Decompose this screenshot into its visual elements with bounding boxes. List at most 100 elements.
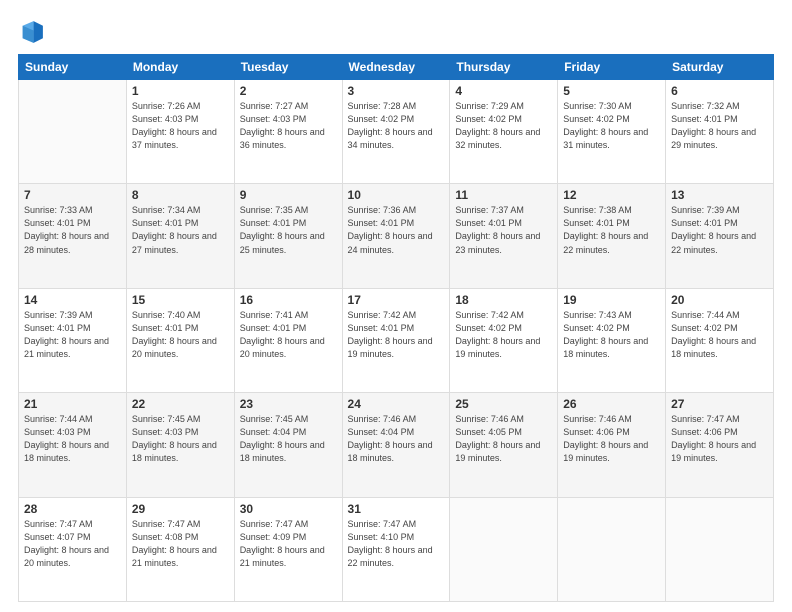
day-number: 8 bbox=[132, 188, 229, 202]
day-info: Sunrise: 7:32 AM Sunset: 4:01 PM Dayligh… bbox=[671, 100, 768, 152]
day-number: 2 bbox=[240, 84, 337, 98]
day-info: Sunrise: 7:40 AM Sunset: 4:01 PM Dayligh… bbox=[132, 309, 229, 361]
day-number: 7 bbox=[24, 188, 121, 202]
day-number: 9 bbox=[240, 188, 337, 202]
day-info: Sunrise: 7:47 AM Sunset: 4:06 PM Dayligh… bbox=[671, 413, 768, 465]
day-info: Sunrise: 7:45 AM Sunset: 4:03 PM Dayligh… bbox=[132, 413, 229, 465]
col-header-saturday: Saturday bbox=[666, 55, 774, 80]
day-number: 28 bbox=[24, 502, 121, 516]
day-info: Sunrise: 7:43 AM Sunset: 4:02 PM Dayligh… bbox=[563, 309, 660, 361]
col-header-friday: Friday bbox=[558, 55, 666, 80]
day-info: Sunrise: 7:28 AM Sunset: 4:02 PM Dayligh… bbox=[348, 100, 445, 152]
day-number: 30 bbox=[240, 502, 337, 516]
day-number: 6 bbox=[671, 84, 768, 98]
day-info: Sunrise: 7:42 AM Sunset: 4:01 PM Dayligh… bbox=[348, 309, 445, 361]
day-number: 1 bbox=[132, 84, 229, 98]
day-number: 22 bbox=[132, 397, 229, 411]
day-info: Sunrise: 7:47 AM Sunset: 4:09 PM Dayligh… bbox=[240, 518, 337, 570]
day-info: Sunrise: 7:27 AM Sunset: 4:03 PM Dayligh… bbox=[240, 100, 337, 152]
day-info: Sunrise: 7:47 AM Sunset: 4:07 PM Dayligh… bbox=[24, 518, 121, 570]
calendar-cell: 11 Sunrise: 7:37 AM Sunset: 4:01 PM Dayli… bbox=[450, 184, 558, 288]
day-number: 24 bbox=[348, 397, 445, 411]
calendar-cell: 23 Sunrise: 7:45 AM Sunset: 4:04 PM Dayli… bbox=[234, 393, 342, 497]
day-info: Sunrise: 7:46 AM Sunset: 4:04 PM Dayligh… bbox=[348, 413, 445, 465]
calendar-cell: 27 Sunrise: 7:47 AM Sunset: 4:06 PM Dayli… bbox=[666, 393, 774, 497]
day-number: 20 bbox=[671, 293, 768, 307]
week-row-4: 28 Sunrise: 7:47 AM Sunset: 4:07 PM Dayli… bbox=[19, 497, 774, 601]
calendar-cell: 4 Sunrise: 7:29 AM Sunset: 4:02 PM Daylig… bbox=[450, 80, 558, 184]
calendar-cell: 16 Sunrise: 7:41 AM Sunset: 4:01 PM Dayli… bbox=[234, 288, 342, 392]
calendar-cell: 18Sunrise: 7:42 AM Sunset: 4:02 PM Dayli… bbox=[450, 288, 558, 392]
calendar-cell: 9 Sunrise: 7:35 AM Sunset: 4:01 PM Daylig… bbox=[234, 184, 342, 288]
calendar-cell: 24 Sunrise: 7:46 AM Sunset: 4:04 PM Dayli… bbox=[342, 393, 450, 497]
day-number: 11 bbox=[455, 188, 552, 202]
calendar-cell: 5Sunrise: 7:30 AM Sunset: 4:02 PM Daylig… bbox=[558, 80, 666, 184]
logo-icon bbox=[18, 18, 46, 46]
day-number: 17 bbox=[348, 293, 445, 307]
day-info: Sunrise: 7:33 AM Sunset: 4:01 PM Dayligh… bbox=[24, 204, 121, 256]
calendar-cell: 31 Sunrise: 7:47 AM Sunset: 4:10 PM Dayli… bbox=[342, 497, 450, 601]
calendar-cell: 28 Sunrise: 7:47 AM Sunset: 4:07 PM Dayli… bbox=[19, 497, 127, 601]
day-info: Sunrise: 7:35 AM Sunset: 4:01 PM Dayligh… bbox=[240, 204, 337, 256]
day-number: 15 bbox=[132, 293, 229, 307]
col-header-thursday: Thursday bbox=[450, 55, 558, 80]
day-info: Sunrise: 7:26 AM Sunset: 4:03 PM Dayligh… bbox=[132, 100, 229, 152]
day-number: 10 bbox=[348, 188, 445, 202]
calendar-cell: 15 Sunrise: 7:40 AM Sunset: 4:01 PM Dayli… bbox=[126, 288, 234, 392]
col-header-wednesday: Wednesday bbox=[342, 55, 450, 80]
day-info: Sunrise: 7:38 AM Sunset: 4:01 PM Dayligh… bbox=[563, 204, 660, 256]
calendar-cell: 30 Sunrise: 7:47 AM Sunset: 4:09 PM Dayli… bbox=[234, 497, 342, 601]
day-number: 27 bbox=[671, 397, 768, 411]
page: SundayMondayTuesdayWednesdayThursdayFrid… bbox=[0, 0, 792, 612]
day-info: Sunrise: 7:30 AM Sunset: 4:02 PM Dayligh… bbox=[563, 100, 660, 152]
day-info: Sunrise: 7:41 AM Sunset: 4:01 PM Dayligh… bbox=[240, 309, 337, 361]
calendar-cell: 25 Sunrise: 7:46 AM Sunset: 4:05 PM Dayli… bbox=[450, 393, 558, 497]
day-number: 4 bbox=[455, 84, 552, 98]
calendar-cell bbox=[19, 80, 127, 184]
week-row-3: 21 Sunrise: 7:44 AM Sunset: 4:03 PM Dayli… bbox=[19, 393, 774, 497]
day-number: 14 bbox=[24, 293, 121, 307]
calendar-cell: 1 Sunrise: 7:26 AM Sunset: 4:03 PM Daylig… bbox=[126, 80, 234, 184]
calendar-cell: 3Sunrise: 7:28 AM Sunset: 4:02 PM Daylig… bbox=[342, 80, 450, 184]
week-row-1: 7 Sunrise: 7:33 AM Sunset: 4:01 PM Daylig… bbox=[19, 184, 774, 288]
day-info: Sunrise: 7:42 AM Sunset: 4:02 PM Dayligh… bbox=[455, 309, 552, 361]
calendar-cell bbox=[558, 497, 666, 601]
day-info: Sunrise: 7:47 AM Sunset: 4:08 PM Dayligh… bbox=[132, 518, 229, 570]
week-row-0: 1 Sunrise: 7:26 AM Sunset: 4:03 PM Daylig… bbox=[19, 80, 774, 184]
day-number: 25 bbox=[455, 397, 552, 411]
header bbox=[18, 18, 774, 46]
day-number: 31 bbox=[348, 502, 445, 516]
calendar-cell: 10 Sunrise: 7:36 AM Sunset: 4:01 PM Dayli… bbox=[342, 184, 450, 288]
col-header-monday: Monday bbox=[126, 55, 234, 80]
calendar-cell: 7 Sunrise: 7:33 AM Sunset: 4:01 PM Daylig… bbox=[19, 184, 127, 288]
day-number: 29 bbox=[132, 502, 229, 516]
calendar-cell: 22 Sunrise: 7:45 AM Sunset: 4:03 PM Dayli… bbox=[126, 393, 234, 497]
calendar-cell: 29 Sunrise: 7:47 AM Sunset: 4:08 PM Dayli… bbox=[126, 497, 234, 601]
day-info: Sunrise: 7:29 AM Sunset: 4:02 PM Dayligh… bbox=[455, 100, 552, 152]
calendar-cell: 19 Sunrise: 7:43 AM Sunset: 4:02 PM Dayli… bbox=[558, 288, 666, 392]
calendar-header-row: SundayMondayTuesdayWednesdayThursdayFrid… bbox=[19, 55, 774, 80]
day-info: Sunrise: 7:46 AM Sunset: 4:05 PM Dayligh… bbox=[455, 413, 552, 465]
logo bbox=[18, 18, 50, 46]
calendar-cell: 8Sunrise: 7:34 AM Sunset: 4:01 PM Daylig… bbox=[126, 184, 234, 288]
day-info: Sunrise: 7:37 AM Sunset: 4:01 PM Dayligh… bbox=[455, 204, 552, 256]
day-info: Sunrise: 7:47 AM Sunset: 4:10 PM Dayligh… bbox=[348, 518, 445, 570]
day-info: Sunrise: 7:39 AM Sunset: 4:01 PM Dayligh… bbox=[671, 204, 768, 256]
day-number: 23 bbox=[240, 397, 337, 411]
col-header-sunday: Sunday bbox=[19, 55, 127, 80]
calendar-cell: 26Sunrise: 7:46 AM Sunset: 4:06 PM Dayli… bbox=[558, 393, 666, 497]
calendar-cell bbox=[450, 497, 558, 601]
day-info: Sunrise: 7:45 AM Sunset: 4:04 PM Dayligh… bbox=[240, 413, 337, 465]
day-number: 13 bbox=[671, 188, 768, 202]
day-number: 21 bbox=[24, 397, 121, 411]
day-info: Sunrise: 7:36 AM Sunset: 4:01 PM Dayligh… bbox=[348, 204, 445, 256]
day-number: 19 bbox=[563, 293, 660, 307]
day-info: Sunrise: 7:44 AM Sunset: 4:03 PM Dayligh… bbox=[24, 413, 121, 465]
day-number: 26 bbox=[563, 397, 660, 411]
day-number: 16 bbox=[240, 293, 337, 307]
calendar-cell: 12Sunrise: 7:38 AM Sunset: 4:01 PM Dayli… bbox=[558, 184, 666, 288]
calendar-cell: 2 Sunrise: 7:27 AM Sunset: 4:03 PM Daylig… bbox=[234, 80, 342, 184]
calendar-cell: 6 Sunrise: 7:32 AM Sunset: 4:01 PM Daylig… bbox=[666, 80, 774, 184]
day-info: Sunrise: 7:44 AM Sunset: 4:02 PM Dayligh… bbox=[671, 309, 768, 361]
calendar-cell: 20 Sunrise: 7:44 AM Sunset: 4:02 PM Dayli… bbox=[666, 288, 774, 392]
